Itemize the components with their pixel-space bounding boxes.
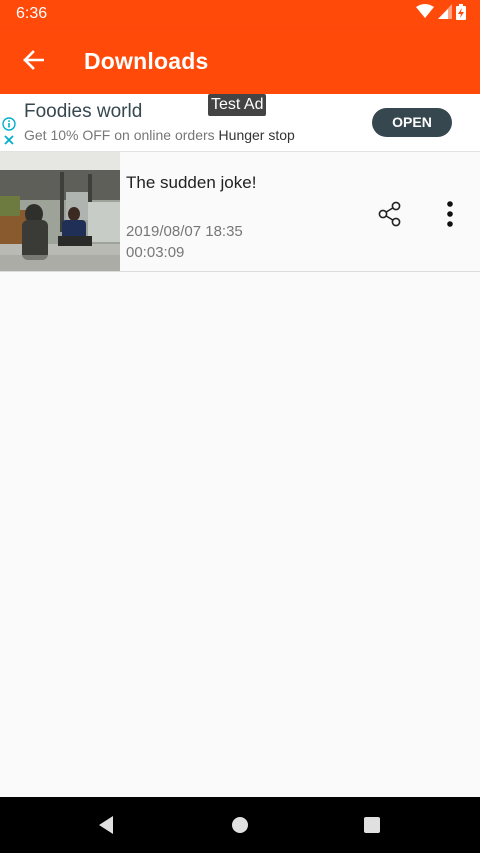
recents-square-icon[interactable]: [360, 813, 384, 837]
back-triangle-icon[interactable]: [95, 813, 119, 837]
open-button[interactable]: OPEN: [372, 108, 452, 137]
info-icon[interactable]: [2, 117, 16, 131]
battery-charging-icon: [456, 3, 466, 25]
page-title: Downloads: [84, 48, 209, 74]
home-circle-icon[interactable]: [228, 813, 252, 837]
ad-advertiser: Hunger stop: [218, 127, 295, 143]
status-time: 6:36: [16, 5, 48, 22]
test-ad-badge: Test Ad: [208, 94, 267, 116]
ad-banner[interactable]: Test Ad Foodies world Get 10% OFF on onl…: [0, 94, 480, 152]
wifi-icon: [416, 4, 434, 24]
ad-description: Get 10% OFF on online orders Hunger stop: [24, 127, 295, 143]
share-button[interactable]: [372, 198, 408, 234]
close-icon[interactable]: [2, 133, 16, 147]
download-date: 2019/08/07 18:35: [126, 223, 243, 240]
video-title: The sudden joke!: [126, 173, 257, 192]
back-button[interactable]: [16, 45, 50, 79]
ad-title: Foodies world: [24, 101, 143, 122]
more-options-button[interactable]: [432, 196, 468, 236]
video-duration: 00:03:09: [126, 244, 185, 261]
more-vert-icon: [446, 200, 454, 232]
app-bar: Downloads: [0, 28, 480, 94]
list-item[interactable]: The sudden joke! 2019/08/07 18:35 00:03:…: [0, 152, 480, 272]
status-bar: 6:36: [0, 0, 480, 28]
share-icon: [377, 201, 403, 232]
ad-offer: Get 10% OFF on online orders: [24, 127, 215, 143]
status-icons: [416, 3, 466, 25]
arrow-back-icon: [22, 49, 45, 75]
system-nav-bar: [0, 797, 480, 853]
signal-icon: [438, 4, 452, 24]
video-thumbnail[interactable]: [0, 152, 120, 271]
